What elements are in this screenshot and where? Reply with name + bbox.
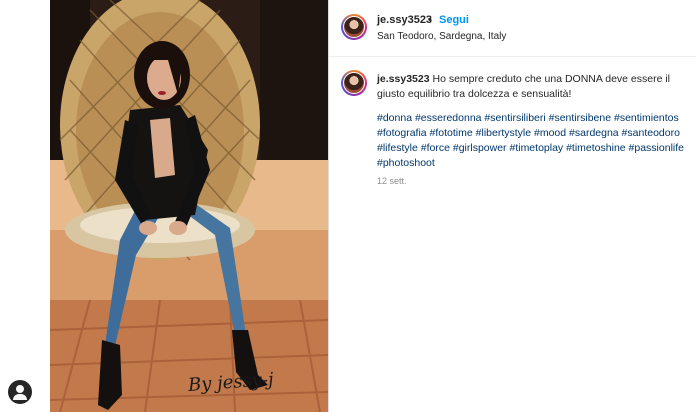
follow-button[interactable]: Segui [439, 14, 469, 26]
post-location[interactable]: San Teodoro, Sardegna, Italy [377, 31, 506, 42]
header-separator: • [428, 14, 432, 26]
account-icon-head [16, 385, 24, 393]
post-image-drawing [50, 0, 328, 412]
header-avatar[interactable] [341, 14, 367, 40]
post-image[interactable]: By jessy-j [50, 0, 328, 412]
account-icon-body [13, 394, 27, 400]
header-username[interactable]: je.ssy3523 [377, 14, 432, 26]
post-sidebar: je.ssy3523 • Segui San Teodoro, Sardegna… [328, 0, 696, 412]
caption-hashtags[interactable]: #donna #esseredonna #sentirsiliberi #sen… [377, 111, 687, 171]
caption-avatar[interactable] [341, 70, 367, 96]
caption-username[interactable]: je.ssy3523 [377, 73, 430, 85]
header-avatar-image [343, 16, 365, 38]
post-header: je.ssy3523 • Segui San Teodoro, Sardegna… [329, 0, 696, 57]
account-icon[interactable] [8, 380, 32, 404]
caption-text: je.ssy3523 Ho sempre creduto che una DON… [377, 72, 687, 102]
post-timestamp[interactable]: 12 sett. [377, 176, 407, 186]
post-dialog: By jessy-j je.ssy3523 • Segui San Teodor… [0, 0, 696, 412]
photo-panel: By jessy-j [0, 0, 328, 412]
caption-avatar-image [343, 72, 365, 94]
